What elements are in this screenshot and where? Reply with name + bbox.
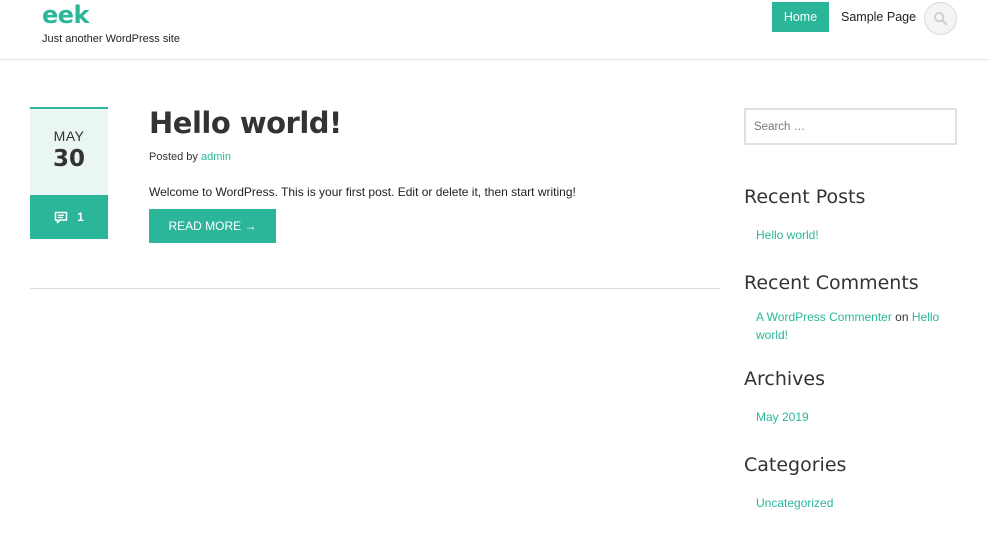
comment-count: 1 [77,210,84,224]
post-date-day: 30 [52,146,85,172]
site-header: eek Just another WordPress site Home Sam… [0,0,989,60]
search-input[interactable] [744,108,957,145]
search-toggle-button[interactable] [924,2,957,35]
post-excerpt: Welcome to WordPress. This is your first… [149,185,576,199]
archives-title: Archives [744,368,825,390]
recent-posts-title: Recent Posts [744,186,866,208]
recent-comment-item: A WordPress Commenter on Hello world! [756,308,961,344]
comment-count-link[interactable]: 1 [30,195,108,239]
site-title[interactable]: eek [42,1,90,29]
read-more-button[interactable]: READ MORE → [149,209,276,243]
search-icon [933,11,948,26]
post-date: MAY 30 [30,107,108,195]
post-meta: Posted by admin [149,151,231,163]
main-nav: Home Sample Page [772,2,916,32]
recent-post-link[interactable]: Hello world! [756,226,819,244]
post-author-link[interactable]: admin [201,151,231,163]
comment-on-label: on [895,310,909,324]
categories-title: Categories [744,454,847,476]
comment-author-link[interactable]: A WordPress Commenter [756,310,892,324]
comment-icon [54,211,68,223]
category-link[interactable]: Uncategorized [756,494,833,512]
archive-link[interactable]: May 2019 [756,408,809,426]
nav-sample-page[interactable]: Sample Page [841,2,916,32]
site-tagline: Just another WordPress site [42,33,180,45]
recent-comments-title: Recent Comments [744,272,919,294]
comment-post-link-cont[interactable]: world! [756,328,788,342]
post-title[interactable]: Hello world! [149,106,342,140]
comment-post-link[interactable]: Hello [912,310,939,324]
posted-by-label: Posted by [149,151,198,163]
nav-home[interactable]: Home [772,2,829,32]
post-divider [30,288,720,289]
post-date-month: MAY [53,128,85,144]
